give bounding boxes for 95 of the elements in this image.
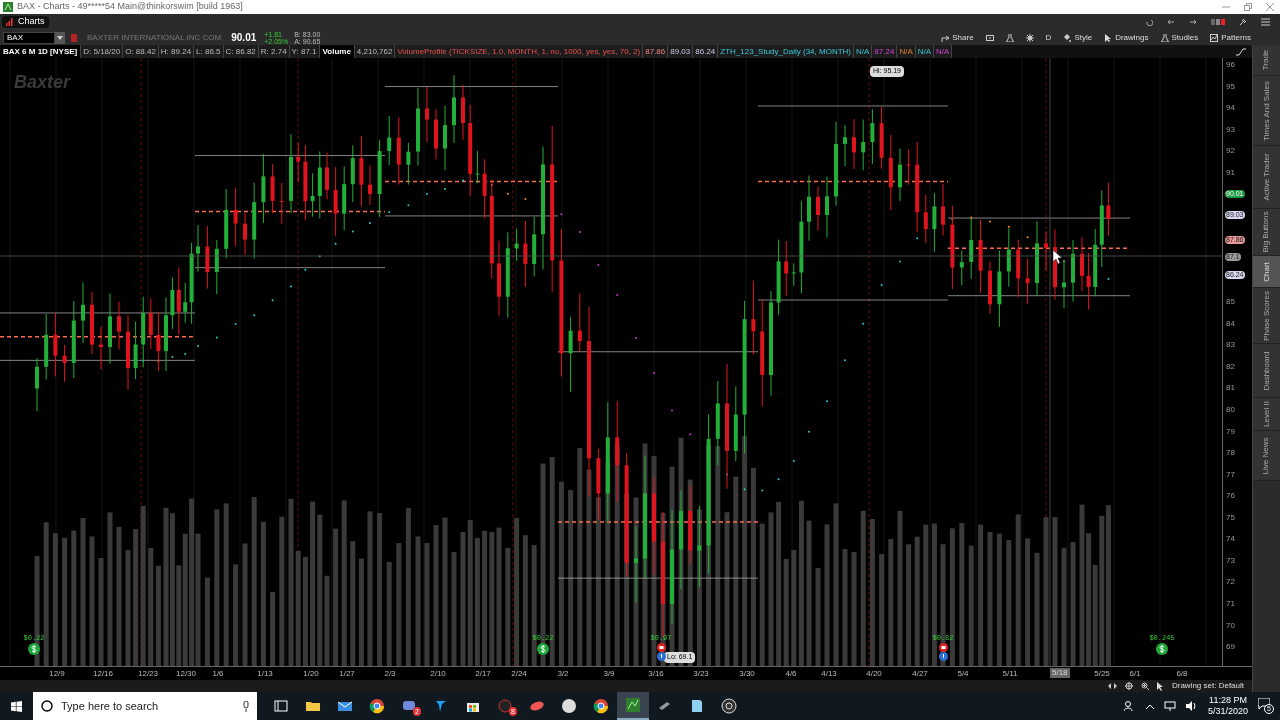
toolbar-button[interactable]: Studies <box>1157 31 1202 44</box>
price-tick-label: 96 <box>1226 61 1235 69</box>
chart-label: BAX 6 M 1D [NYSE] <box>0 45 82 58</box>
date-tick-label: 3/16 <box>648 669 664 678</box>
search-box[interactable]: Type here to search <box>33 692 257 720</box>
toolbar-button[interactable]: Drawings <box>1101 31 1152 44</box>
study-value: H: 89.24 <box>158 45 195 58</box>
study-value: N/A <box>934 45 953 58</box>
date-tick-label: 1/6 <box>212 669 224 678</box>
date-tick-label: 4/27 <box>912 669 928 678</box>
study-value: L: 86.5 <box>194 45 224 58</box>
price-tick-label: 91 <box>1226 168 1235 177</box>
search-field[interactable]: Type here to search <box>61 697 235 715</box>
date-tick-label: 3/9 <box>603 669 615 678</box>
drawing-set-label: Drawing set: Default <box>1171 680 1244 692</box>
side-tab[interactable]: Phase Scores <box>1253 288 1280 344</box>
date-tick-label: 2/17 <box>475 669 491 678</box>
company-watermark: Baxter <box>14 71 71 94</box>
price-tick-label: 76 <box>1226 492 1235 501</box>
date-tick-label: 2/3 <box>384 669 396 678</box>
side-tab[interactable]: Big Buttons <box>1253 209 1280 256</box>
side-tab[interactable]: Level II <box>1253 398 1280 431</box>
toolbar-button[interactable]: Patterns <box>1207 31 1254 44</box>
date-tick-label: 6/8 <box>1176 669 1188 678</box>
price-tick-label: 71 <box>1226 600 1235 608</box>
study-value: C: 86.82 <box>223 45 259 58</box>
clock-date: 5/31/2020 <box>1207 706 1248 717</box>
price-tick-label: 74 <box>1226 535 1235 544</box>
study-value: N/A <box>854 45 873 58</box>
price-tick-label: 85 <box>1226 298 1235 307</box>
clock-time: 11:28 PM <box>1209 695 1247 706</box>
date-tick-label: 1/20 <box>303 669 319 678</box>
study-value: ZTH_123_Study_Daily (34, MONTH) <box>718 45 854 58</box>
date-tick-label: 3/30 <box>739 669 755 678</box>
price-tick-label: 77 <box>1226 470 1235 479</box>
price-tick-label: 92 <box>1226 147 1235 156</box>
price-tick-label: 81 <box>1226 384 1235 393</box>
date-tick-label: 2/24 <box>511 669 527 678</box>
date-tick-label: 3/23 <box>693 669 709 678</box>
price-tick-label: 82 <box>1226 362 1235 371</box>
date-tick-label: 2/10 <box>430 669 446 678</box>
study-value: VolumeProfile (TICKSIZE, 1.0, MONTH, 1, no, 1000, yes, yes, 70, 2) <box>395 45 644 58</box>
price-tick-label: 70 <box>1226 621 1235 630</box>
study-value: 87.24 <box>872 45 898 58</box>
date-tick-label: 4/6 <box>785 669 797 678</box>
date-tick-label: 12/9 <box>49 669 65 678</box>
side-tab[interactable]: Dashboard <box>1253 344 1280 398</box>
price-tick-label: 93 <box>1226 125 1235 134</box>
price-tick-label: 72 <box>1226 578 1235 587</box>
price-tick-label: 69 <box>1226 643 1235 652</box>
side-tab[interactable]: Live News <box>1253 431 1280 481</box>
price-tick-label: 80 <box>1226 405 1235 414</box>
toolbar-button[interactable]: Style <box>1060 31 1096 44</box>
date-tick-label: 6/1 <box>1129 669 1141 678</box>
side-tab[interactable]: Active Trader <box>1253 146 1280 209</box>
study-value: N/A <box>897 45 916 58</box>
last-price: 90.01 <box>231 31 257 45</box>
company-name: BAXTER INTERNATIONAL INC COM <box>87 31 222 44</box>
study-value: O: 88.42 <box>123 45 159 58</box>
toolbar-button[interactable]: Share <box>938 31 977 44</box>
price-tick-label: 73 <box>1226 556 1235 565</box>
price-tick-label: 78 <box>1226 449 1235 458</box>
toolbar-button[interactable]: D <box>1042 31 1055 44</box>
price-tick-label: 79 <box>1226 427 1235 436</box>
date-tick-label: 12/30 <box>176 669 196 678</box>
study-value: Y: 87.1 <box>289 45 320 58</box>
chart-label: Volume <box>319 45 355 58</box>
date-tick-label: 5/11 <box>1002 669 1018 678</box>
study-value: 89.03 <box>668 45 694 58</box>
study-value: 86.24 <box>693 45 719 58</box>
date-tick-label: 12/23 <box>138 669 158 678</box>
side-tab[interactable]: Chart <box>1253 256 1280 288</box>
symbol-field[interactable]: BAX <box>3 31 55 44</box>
date-tick-label: 4/20 <box>866 669 882 678</box>
study-value: 87.86 <box>643 45 669 58</box>
date-tick-label: 4/13 <box>821 669 837 678</box>
side-tab[interactable]: Trade <box>1253 45 1280 76</box>
date-tick-label: 1/13 <box>257 669 273 678</box>
side-tab[interactable]: Times And Sales <box>1253 76 1280 146</box>
price-tick-label: 75 <box>1226 513 1235 522</box>
date-tick-label: 5/25 <box>1094 669 1110 678</box>
date-tick-label: 3/2 <box>557 669 569 678</box>
date-tick-label: 5/4 <box>957 669 969 678</box>
window-title: BAX - Charts - 49*****54 Main@thinkorswim [build 1963] <box>17 0 243 14</box>
price-tick-label: 95 <box>1226 82 1235 91</box>
price-tick-label: 84 <box>1226 319 1235 328</box>
charts-tab[interactable]: Charts <box>2 16 49 28</box>
price-tick-label: 83 <box>1226 341 1235 350</box>
study-value: R: 2.74 <box>258 45 290 58</box>
date-tick-label: 12/16 <box>93 669 113 678</box>
study-value: 4,210,762 <box>354 45 396 58</box>
cursor-date-label: 5/18 <box>1050 668 1070 678</box>
study-value: D: 5/18/20 <box>81 45 124 58</box>
price-tick-label: 94 <box>1226 104 1235 113</box>
date-tick-label: 1/27 <box>339 669 355 678</box>
